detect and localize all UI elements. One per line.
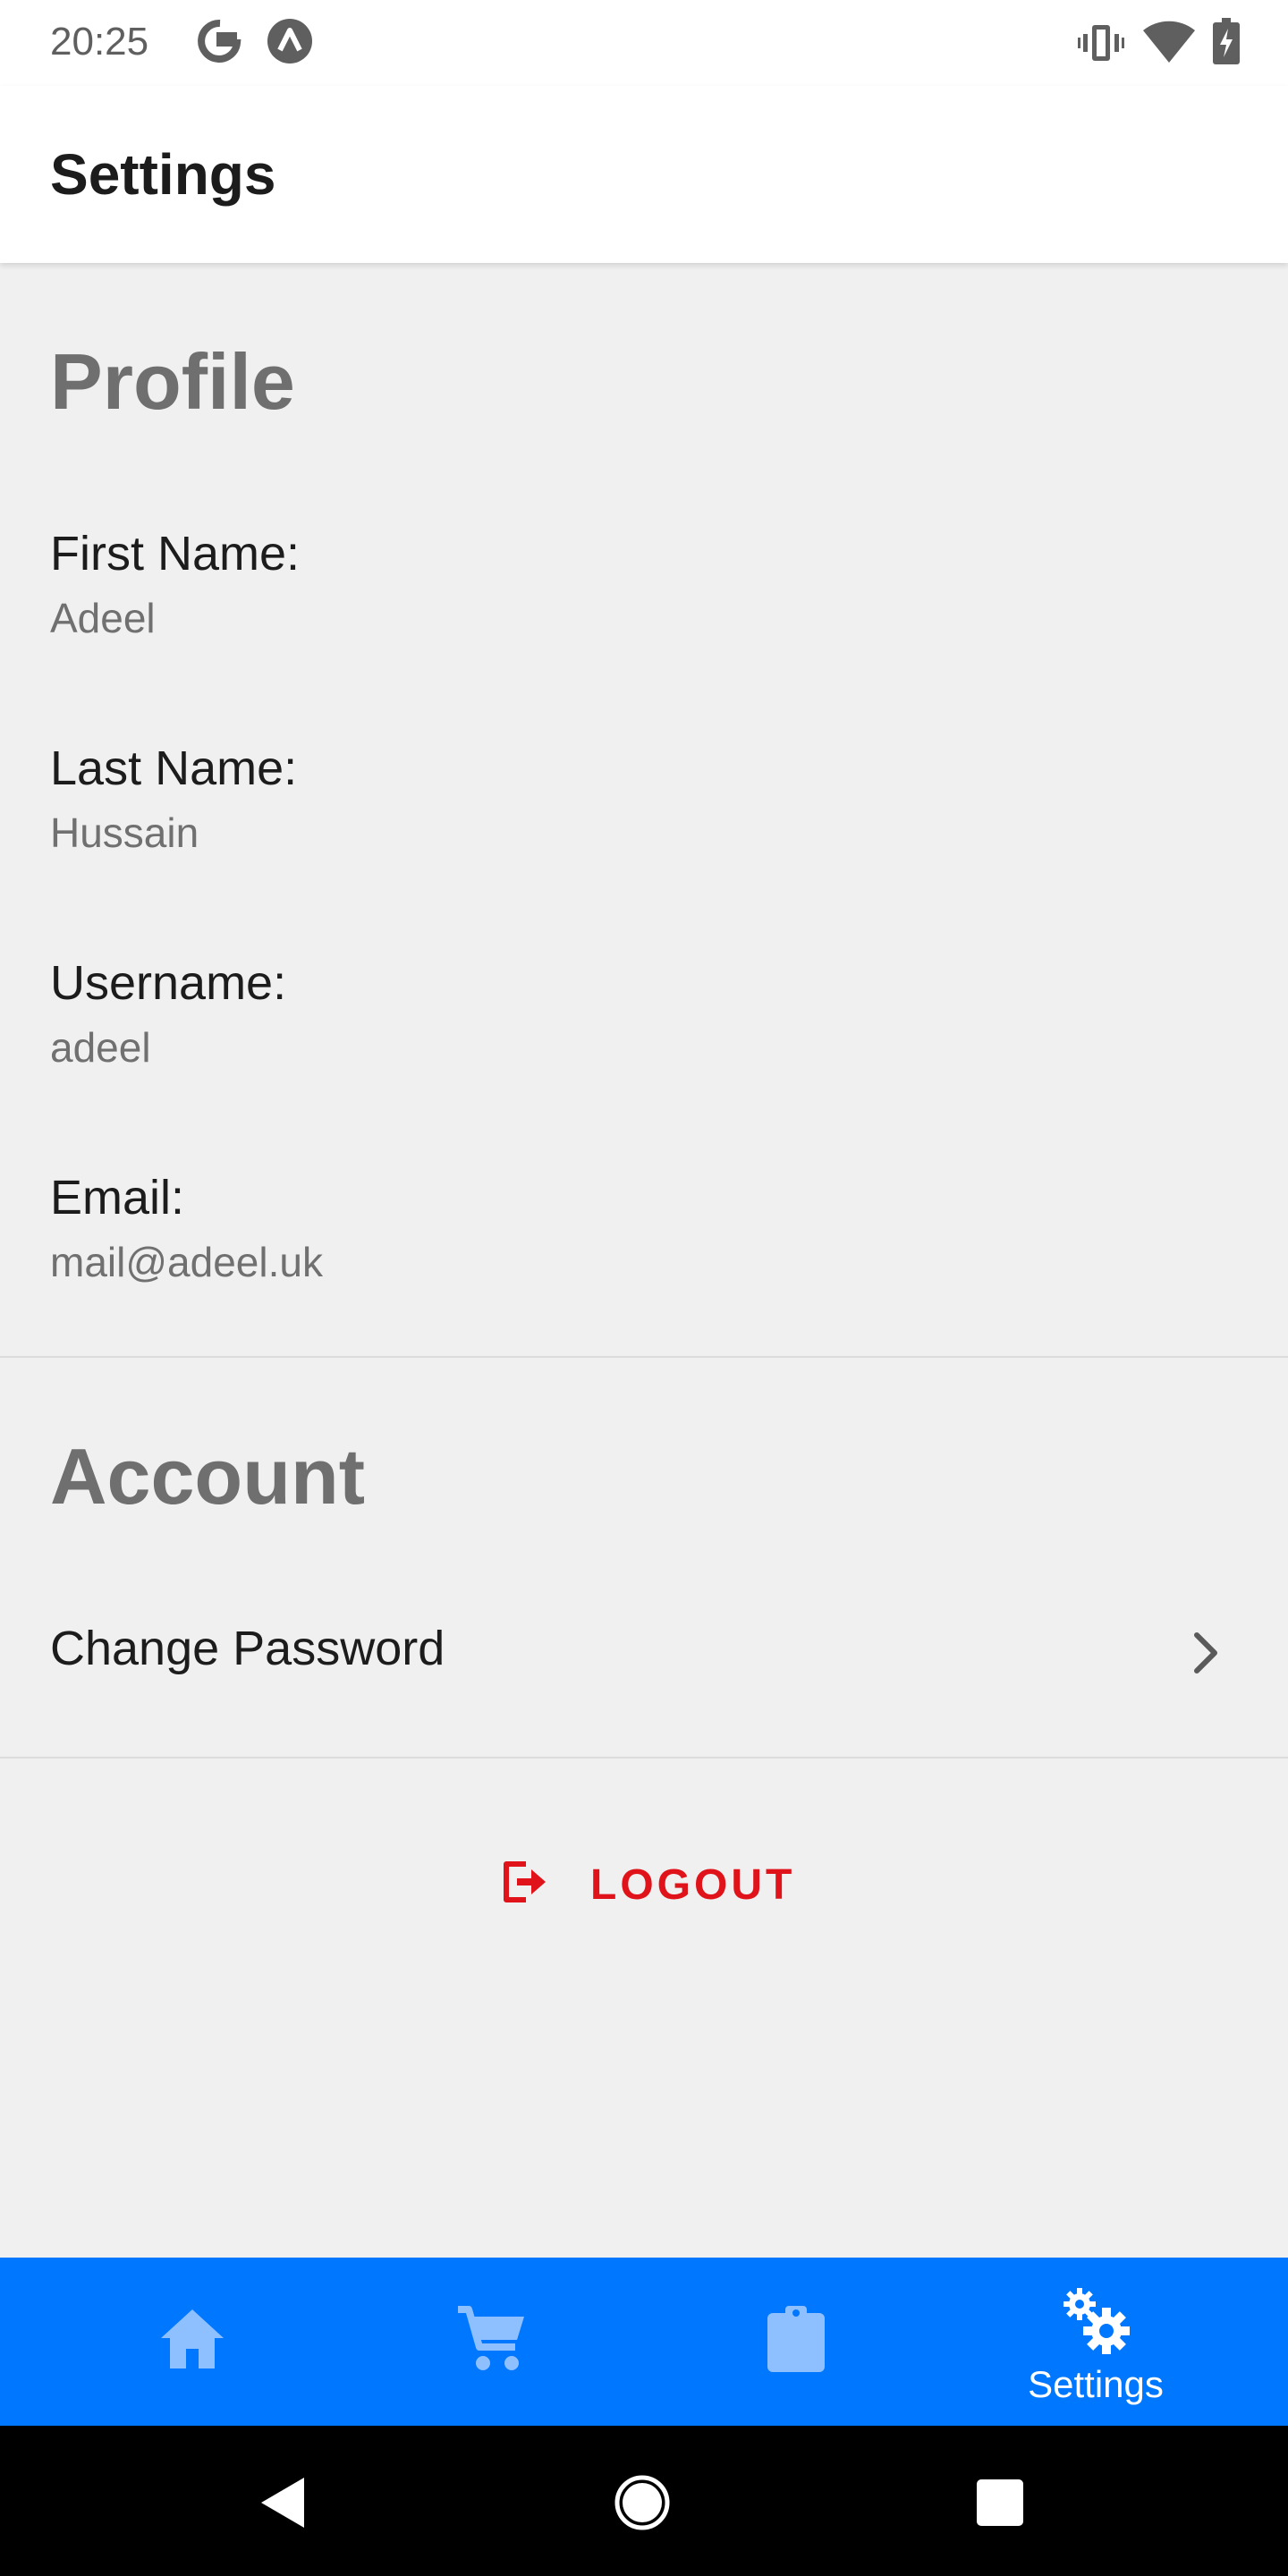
email-value: mail@adeel.uk	[50, 1239, 323, 1285]
cart-icon	[458, 2306, 524, 2370]
google-icon	[198, 19, 242, 63]
wifi-icon	[1143, 21, 1195, 64]
vibrate-icon	[1078, 25, 1124, 61]
tab-settings-label: Settings	[1028, 2363, 1164, 2405]
change-password-row[interactable]: Change Password	[0, 1574, 1288, 1726]
username-value: adeel	[50, 1024, 151, 1071]
bottom-tab-bar: Settings	[0, 2258, 1288, 2426]
recent-apps-icon[interactable]	[975, 2478, 1025, 2528]
last-name-label: Last Name:	[50, 741, 298, 795]
chevron-right-icon	[1194, 1632, 1217, 1674]
section-divider	[0, 1757, 1288, 1758]
username-label: Username:	[50, 956, 287, 1010]
profile-section-title: Profile	[50, 337, 295, 426]
page-title: Settings	[50, 142, 276, 207]
status-bar: 20:25	[0, 0, 1288, 86]
status-time: 20:25	[50, 20, 149, 64]
logout-icon	[504, 1861, 546, 1902]
settings-gears-icon	[1063, 2288, 1130, 2354]
system-nav-bar	[0, 2426, 1288, 2576]
app-bar: Settings	[0, 86, 1288, 263]
tab-cart[interactable]	[340, 2258, 644, 2426]
account-section-title: Account	[50, 1432, 365, 1521]
tab-settings[interactable]: Settings	[944, 2258, 1248, 2426]
back-icon[interactable]	[258, 2476, 308, 2529]
a-logo-icon	[267, 19, 312, 64]
first-name-label: First Name:	[50, 527, 301, 580]
first-name-value: Adeel	[50, 595, 156, 641]
email-label: Email:	[50, 1171, 185, 1224]
last-name-value: Hussain	[50, 809, 199, 856]
home-icon	[161, 2309, 224, 2368]
logout-label: LOGOUT	[590, 1861, 796, 1909]
change-password-label: Change Password	[50, 1622, 445, 1675]
clipboard-icon	[767, 2306, 825, 2372]
logout-button[interactable]: LOGOUT	[483, 1837, 805, 1927]
home-circle-icon[interactable]	[614, 2474, 671, 2531]
battery-charging-icon	[1213, 18, 1240, 64]
section-divider	[0, 1356, 1288, 1358]
tab-clipboard[interactable]	[644, 2258, 948, 2426]
tab-home[interactable]	[40, 2258, 344, 2426]
